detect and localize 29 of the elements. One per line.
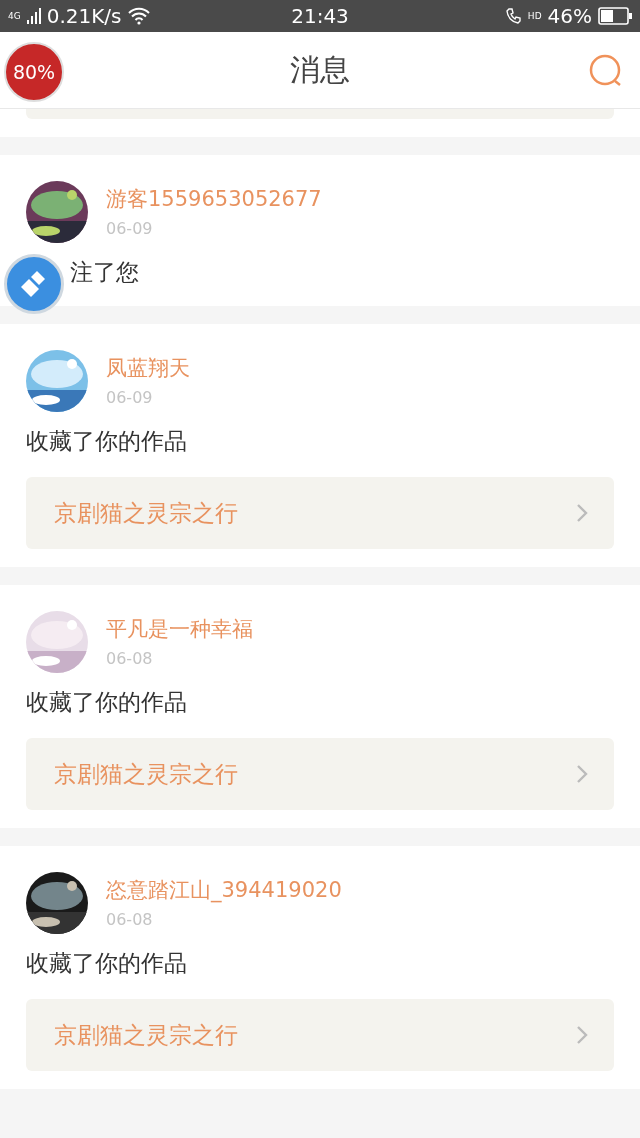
work-link[interactable]: 京剧猫之灵宗之行 [26,738,614,810]
message-text: 收藏了你的作品 [26,689,187,715]
user-name[interactable]: 平凡是一种幸福 [106,615,253,643]
call-hd-label: HD [527,11,542,21]
user-name[interactable]: 凤蓝翔天 [106,354,190,382]
phone-icon [505,7,522,25]
user-name[interactable]: 恣意踏江山_394419020 [106,876,342,904]
chevron-right-icon [576,503,588,523]
chevron-right-icon [576,764,588,784]
battery-percent: 46% [547,4,592,28]
chevron-right-icon [576,1025,588,1045]
message-date: 06-08 [106,910,154,929]
message-text: 收藏了你的作品 [26,950,187,976]
work-link[interactable]: 京剧猫之灵宗之行 [26,999,614,1071]
message-date: 06-09 [106,388,154,407]
message-date: 06-09 [106,219,154,238]
clock: 21:43 [291,4,349,28]
battery-icon [598,7,632,25]
network-type: 4G [8,11,21,21]
user-name[interactable]: 游客1559653052677 [106,185,322,213]
network-speed: 0.21K/s [46,4,122,28]
signal-icon [26,8,41,24]
message-text: 注了您 [70,259,139,285]
message-text: 收藏了你的作品 [26,428,187,454]
memory-percent: 80% [12,61,56,83]
work-link[interactable]: 京剧猫之灵宗之行 [26,477,614,549]
wifi-icon [127,7,150,25]
message-date: 06-08 [106,649,154,668]
page-title: 消息 [290,50,350,89]
